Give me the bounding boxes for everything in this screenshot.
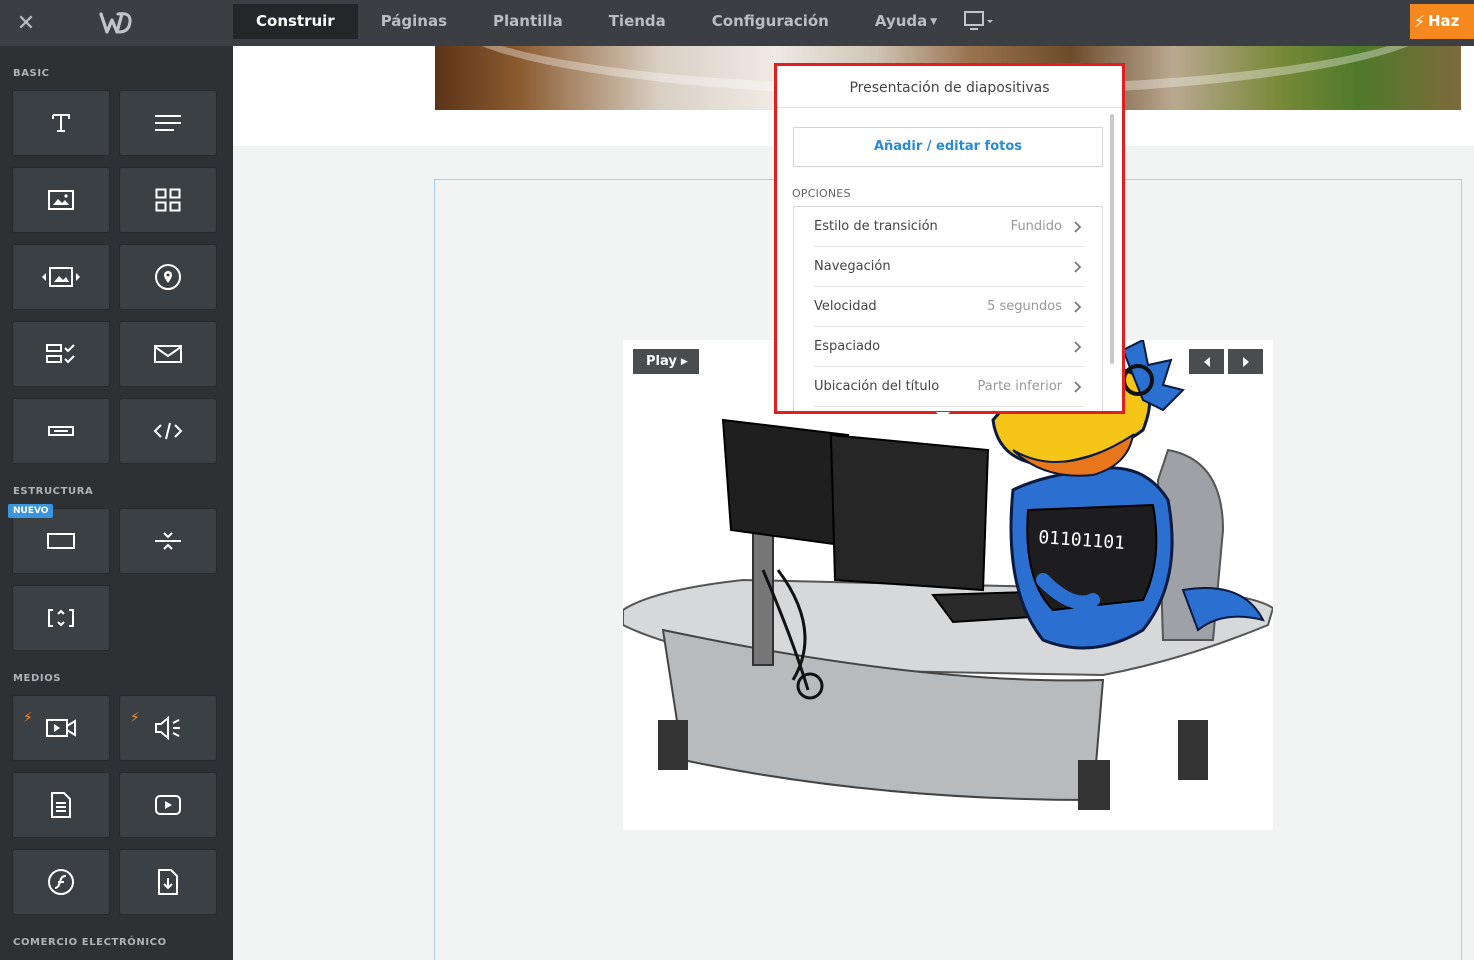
document-icon: [51, 792, 71, 818]
flash-icon: [48, 869, 74, 895]
tile-form[interactable]: [12, 321, 110, 387]
tile-embed-code[interactable]: [119, 398, 217, 464]
top-bar: ✕ Construir Páginas Plantilla Tienda Con…: [0, 0, 1474, 46]
image-icon: [48, 190, 74, 210]
tile-map[interactable]: [119, 244, 217, 310]
chevron-right-icon: [1074, 341, 1082, 353]
tab-paginas[interactable]: Páginas: [358, 4, 470, 39]
tile-document[interactable]: [12, 772, 110, 838]
tile-spacer[interactable]: [12, 585, 110, 651]
tile-divider[interactable]: [119, 508, 217, 574]
tile-flash[interactable]: [12, 849, 110, 915]
tab-ayuda[interactable]: Ayuda ▼: [852, 4, 960, 39]
option-value: Fundido: [1010, 219, 1062, 234]
tile-button[interactable]: [12, 398, 110, 464]
popover-title: Presentación de diapositivas: [777, 66, 1122, 108]
tab-construir[interactable]: Construir: [233, 4, 358, 39]
option-label: Ubicación del título: [814, 379, 940, 394]
form-icon: [46, 344, 75, 364]
option-navigation[interactable]: Navegación: [814, 247, 1084, 287]
align-lines-icon: [155, 115, 181, 131]
tile-audio[interactable]: ⚡: [119, 695, 217, 761]
section-title-basic: BASIC: [13, 68, 50, 79]
option-label: Estilo de transición: [814, 219, 938, 234]
option-spacing[interactable]: Espaciado: [814, 327, 1084, 367]
device-preview-button[interactable]: [960, 8, 1000, 36]
tile-image[interactable]: [12, 167, 110, 233]
section-icon: [47, 533, 75, 549]
lightning-icon: ⚡: [1414, 12, 1426, 31]
tab-configuracion[interactable]: Configuración: [689, 4, 852, 39]
section-title-medios: MEDIOS: [13, 673, 62, 684]
slideshow-icon: [42, 267, 80, 287]
play-label: Play: [646, 354, 677, 369]
nuevo-badge: NUEVO: [8, 504, 54, 518]
option-value: Parte inferior: [977, 379, 1062, 394]
option-label: Navegación: [814, 259, 891, 274]
lightning-icon: ⚡: [23, 710, 33, 726]
popover-scrollbar[interactable]: [1110, 114, 1114, 364]
map-pin-icon: [155, 264, 181, 290]
section-title-comercio: COMERCIO ELECTRÓNICO: [13, 937, 167, 948]
spacer-icon: [48, 609, 74, 627]
chevron-right-icon: [1074, 221, 1082, 233]
video-camera-icon: [46, 719, 76, 737]
play-video-icon: [155, 795, 181, 815]
option-transition-style[interactable]: Estilo de transición Fundido: [814, 207, 1084, 247]
option-value: 5 segundos: [987, 299, 1062, 314]
tab-label: Ayuda: [874, 12, 928, 30]
tile-youtube[interactable]: [119, 772, 217, 838]
options-list: Estilo de transición Fundido Navegación …: [793, 206, 1103, 411]
chevron-right-icon: [1074, 301, 1082, 313]
tab-label: Plantilla: [493, 12, 563, 30]
grid-icon: [155, 188, 181, 212]
publish-button[interactable]: ⚡ Haz: [1410, 4, 1474, 39]
caret-down-icon: ▼: [930, 17, 938, 27]
arrow-left-icon: [1203, 356, 1210, 367]
tab-label: Tienda: [608, 12, 666, 30]
tile-file[interactable]: [119, 849, 217, 915]
speaker-icon: [155, 716, 180, 740]
add-edit-photos-button[interactable]: Añadir / editar fotos: [793, 127, 1103, 167]
option-speed[interactable]: Velocidad 5 segundos: [814, 287, 1084, 327]
tile-video[interactable]: ⚡: [12, 695, 110, 761]
code-icon: [153, 422, 183, 440]
tile-gallery[interactable]: [119, 167, 217, 233]
play-triangle-icon: ▶: [680, 357, 688, 367]
options-label: OPCIONES: [792, 187, 851, 200]
weebly-logo: [98, 8, 134, 38]
slideshow-settings-popover: Presentación de diapositivas Añadir / ed…: [774, 63, 1125, 414]
arrow-right-icon: [1242, 356, 1249, 367]
publish-label: Haz: [1428, 12, 1460, 30]
section-title-estructura: ESTRUCTURA: [13, 486, 94, 497]
prev-slide-button[interactable]: [1189, 349, 1224, 374]
file-download-icon: [158, 869, 178, 895]
close-icon[interactable]: ✕: [0, 0, 52, 46]
option-caption-position[interactable]: Ubicación del título Parte inferior: [814, 367, 1084, 407]
tile-paragraph[interactable]: [119, 90, 217, 156]
next-slide-button[interactable]: [1228, 349, 1263, 374]
option-label: Velocidad: [814, 299, 877, 314]
tile-slideshow[interactable]: [12, 244, 110, 310]
tab-label: Páginas: [380, 12, 448, 30]
tab-label: Construir: [256, 12, 335, 30]
tab-tienda[interactable]: Tienda: [586, 4, 689, 39]
chevron-right-icon: [1074, 261, 1082, 273]
divider-icon: [155, 532, 181, 550]
lightning-icon: ⚡: [130, 710, 140, 726]
play-button[interactable]: Play ▶: [633, 349, 699, 374]
popover-pointer: [936, 412, 950, 420]
element-sidebar: BASIC ESTRUCTURA NUEVO MEDIOS ⚡ ⚡ COMERC…: [0, 46, 233, 960]
tile-text[interactable]: [12, 90, 110, 156]
envelope-icon: [154, 345, 182, 363]
tile-contact[interactable]: [119, 321, 217, 387]
tab-plantilla[interactable]: Plantilla: [470, 4, 586, 39]
monitor-icon: [964, 11, 993, 30]
main-nav: Construir Páginas Plantilla Tienda Confi…: [233, 4, 960, 39]
chevron-right-icon: [1074, 381, 1082, 393]
tab-label: Configuración: [711, 12, 829, 30]
text-icon: [52, 114, 70, 132]
option-label: Espaciado: [814, 339, 881, 354]
button-icon: [48, 426, 74, 436]
